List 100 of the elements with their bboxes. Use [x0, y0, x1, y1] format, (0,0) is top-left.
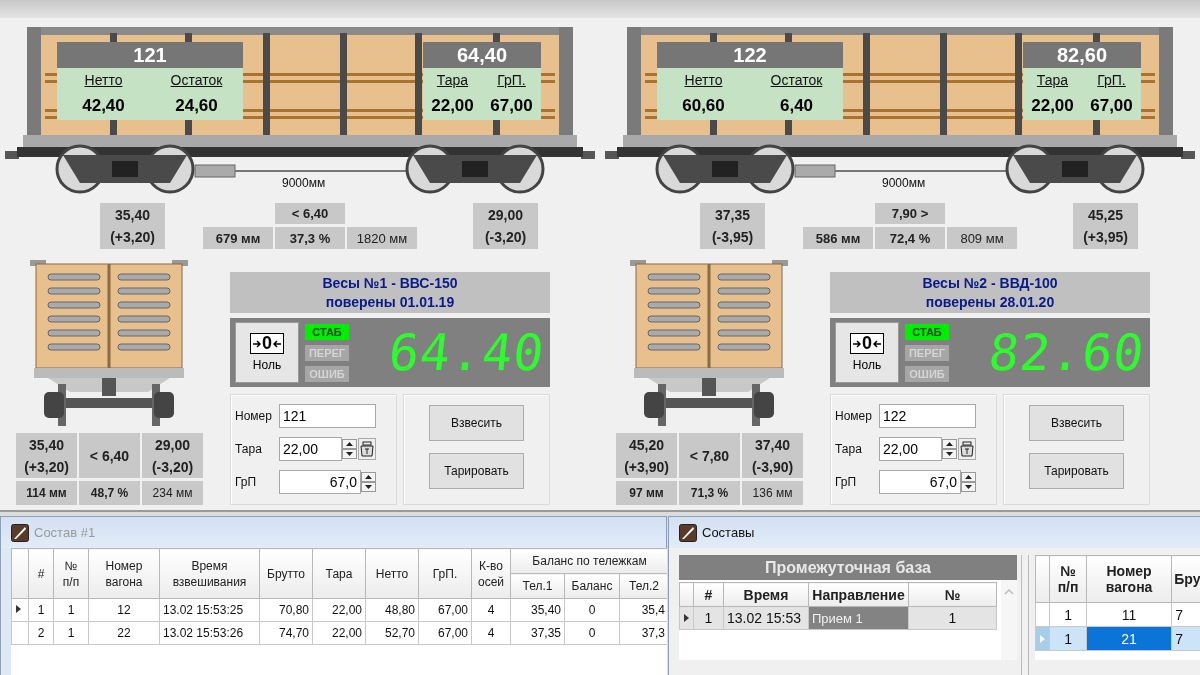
bogie-load: 37,35	[714, 206, 750, 225]
table-cell: 67,00	[418, 598, 472, 622]
spin-buttons[interactable]	[361, 472, 376, 492]
column-header[interactable]: Нетто	[365, 548, 419, 599]
number-field[interactable]: 122	[879, 404, 976, 428]
capacity-field[interactable]: 67,0	[279, 470, 361, 494]
column-header[interactable]: №	[908, 582, 997, 607]
tare-button[interactable]: Тарировать	[429, 453, 524, 489]
column-header[interactable]: Бру	[1171, 555, 1200, 603]
window-title: Составы	[702, 525, 755, 540]
length-label: 9000мм	[882, 176, 926, 190]
column-header[interactable]: К-во осей	[471, 548, 511, 599]
value-label: Нетто	[684, 72, 723, 88]
column-header[interactable]: Время	[723, 582, 809, 607]
balance-difference: < 6,40	[79, 433, 140, 478]
value-label: Тара	[436, 72, 469, 88]
tare-scale-button[interactable]	[958, 438, 976, 460]
table-cell: 2	[28, 621, 54, 645]
current-row-icon	[1039, 633, 1046, 644]
load-delta: (-3,90)	[751, 457, 794, 477]
load-delta: (+3,90)	[624, 457, 669, 477]
balance-difference: < 6,40	[275, 203, 345, 224]
current-row-icon	[15, 604, 22, 614]
balance-percent: 72,4 %	[875, 227, 945, 249]
gap-reading: 679 мм	[203, 227, 273, 249]
bogie-load: 35,40	[114, 206, 150, 225]
table-cell: 0	[564, 598, 620, 622]
balance-difference: < 7,80	[679, 433, 740, 478]
app-icon	[679, 523, 697, 542]
weigh-button[interactable]: Взвесить	[429, 405, 524, 441]
weight-reading: 64.40	[386, 323, 549, 382]
column-header[interactable]: Брутто	[259, 548, 313, 599]
value-reading: 6,40	[779, 96, 814, 116]
header-corner	[1035, 555, 1050, 603]
arrow-icon	[253, 338, 261, 349]
table-cell: 35,40	[510, 598, 565, 622]
column-header[interactable]: Время взвешивания	[159, 548, 260, 599]
table-cell: 1	[53, 621, 89, 645]
spin-buttons[interactable]	[342, 439, 357, 459]
table-cell: 74,70	[259, 621, 313, 645]
gap-reading: 114 мм	[16, 481, 77, 505]
column-header[interactable]: Тара	[312, 548, 366, 599]
column-header[interactable]: Номер вагона	[1086, 555, 1172, 603]
number-field[interactable]: 121	[279, 404, 376, 428]
bogie-load: 29,00	[487, 206, 523, 225]
value-label: ГрП.	[1097, 72, 1126, 88]
gap-reading: 809 мм	[947, 227, 1017, 249]
verification-date: поверены 28.01.20	[925, 292, 1055, 312]
arrow-icon	[873, 338, 881, 349]
column-header[interactable]: ГрП.	[418, 548, 472, 599]
column-header[interactable]: #	[28, 548, 54, 599]
column-header[interactable]: #	[693, 582, 724, 607]
value-reading: 60,60	[682, 96, 725, 116]
row-header[interactable]	[11, 598, 29, 622]
zero-button[interactable]: 0 Ноль	[235, 322, 299, 383]
column-header[interactable]: Номер вагона	[88, 548, 160, 599]
axle-load: 29,00	[154, 435, 190, 455]
plate-title: 82,60	[1023, 42, 1141, 68]
table-cell: 37,35	[510, 621, 565, 645]
column-header[interactable]: № п/п	[53, 548, 89, 599]
field-label: Номер	[835, 409, 873, 423]
tare-button[interactable]: Тарировать	[1029, 453, 1124, 489]
field-label: Тара	[835, 442, 863, 456]
balance-percent: 37,3 %	[275, 227, 345, 249]
balance-difference: 7,90 >	[875, 203, 945, 224]
column-header[interactable]: Направление	[808, 582, 909, 607]
gap-reading: 136 мм	[742, 481, 803, 505]
arrow-icon	[273, 338, 281, 349]
panel-title: Промежуточная база	[679, 555, 1017, 580]
load-delta: (+3,20)	[110, 228, 155, 247]
load-delta: (-3,95)	[711, 228, 754, 247]
spin-buttons[interactable]	[942, 439, 957, 459]
axle-load: 45,20	[628, 435, 664, 455]
table-cell: 70,80	[259, 598, 313, 622]
load-delta: (+3,95)	[1083, 228, 1128, 247]
tare-field[interactable]: 22,00	[279, 437, 342, 461]
zero-button[interactable]: 0 Ноль	[835, 322, 899, 383]
capacity-field[interactable]: 67,0	[879, 470, 961, 494]
verification-date: поверены 01.01.19	[325, 292, 455, 312]
value-reading: 24,60	[175, 96, 218, 116]
value-reading: 42,40	[82, 96, 125, 116]
balance-percent: 48,7 %	[79, 481, 140, 505]
gap-reading: 586 мм	[803, 227, 873, 249]
table-cell[interactable]: 11	[1086, 602, 1172, 627]
tare-scale-button[interactable]	[358, 438, 376, 460]
scale-title: Весы №1 - ВВС-150	[322, 273, 458, 293]
status-indicator: СТАБ	[905, 323, 949, 340]
field-label: ГрП	[835, 475, 858, 489]
header-corner	[11, 548, 29, 599]
spin-buttons[interactable]	[961, 472, 976, 492]
table-cell: 4	[471, 621, 511, 645]
scrollbar[interactable]	[1001, 580, 1017, 660]
column-header[interactable]: № п/п	[1049, 555, 1087, 603]
gap-reading: 97 мм	[616, 481, 677, 505]
tare-field[interactable]: 22,00	[879, 437, 942, 461]
table-cell: 67,00	[418, 621, 472, 645]
value-reading: 22,00	[1031, 96, 1074, 116]
weigh-button[interactable]: Взвесить	[1029, 405, 1124, 441]
length-label: 9000мм	[282, 176, 326, 190]
table-cell[interactable]: 1	[1049, 602, 1087, 627]
